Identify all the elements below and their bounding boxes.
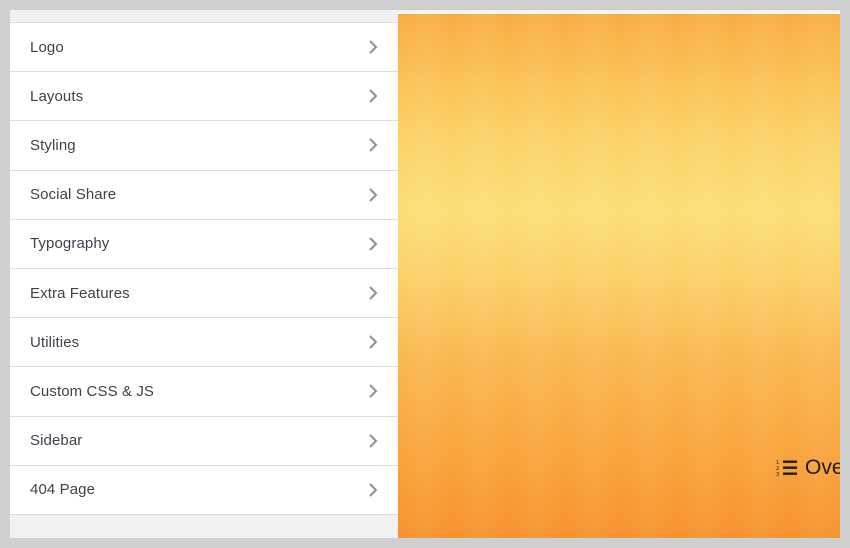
menu-item-label: Utilities xyxy=(30,333,80,351)
menu-item-typography[interactable]: Typography xyxy=(10,219,398,269)
menu-item-label: Extra Features xyxy=(30,284,130,302)
chevron-right-icon xyxy=(366,483,380,497)
menu-item-label: Typography xyxy=(30,235,110,253)
chevron-right-icon xyxy=(366,187,380,202)
menu-item-404-page[interactable]: 404 Page xyxy=(10,465,398,515)
menu-item-label: Layouts xyxy=(30,87,84,105)
menu-item-label: Styling xyxy=(30,136,76,154)
menu-item-social-share[interactable]: Social Share xyxy=(10,170,398,220)
chevron-right-icon xyxy=(366,384,380,399)
menu-item-sidebar[interactable]: Sidebar xyxy=(10,416,398,466)
menu-item-label: 404 Page xyxy=(30,481,96,499)
svg-text:3: 3 xyxy=(776,472,779,478)
menu-item-layouts[interactable]: Layouts xyxy=(10,72,398,122)
customizer-sidebar: Logo Layouts Styling Social Share Typogr… xyxy=(10,10,398,538)
ordered-list-icon: 1 2 3 xyxy=(776,458,798,478)
menu-item-label: Custom CSS & JS xyxy=(30,382,155,400)
menu-item-logo[interactable]: Logo xyxy=(10,23,398,73)
menu-item-extra-features[interactable]: Extra Features xyxy=(10,268,398,319)
chevron-right-icon xyxy=(366,89,380,103)
chevron-right-icon xyxy=(366,40,380,54)
chevron-right-icon xyxy=(366,286,380,300)
customizer-window: Logo Layouts Styling Social Share Typogr… xyxy=(10,10,840,538)
menu-item-custom-css-js[interactable]: Custom CSS & JS xyxy=(10,367,398,417)
overview-heading[interactable]: 1 2 3 Ove xyxy=(776,456,840,480)
menu-item-styling[interactable]: Styling xyxy=(10,121,398,171)
menu-item-label: Social Share xyxy=(30,186,117,204)
menu-item-utilities[interactable]: Utilities xyxy=(10,318,398,368)
customizer-menu: Logo Layouts Styling Social Share Typogr… xyxy=(10,22,398,515)
overview-label: Ove xyxy=(805,456,840,479)
site-preview[interactable]: 1 2 3 Ove xyxy=(398,12,840,538)
chevron-right-icon xyxy=(366,237,380,251)
chevron-right-icon xyxy=(366,335,380,349)
menu-item-label: Sidebar xyxy=(30,432,83,450)
chevron-right-icon xyxy=(366,138,380,153)
chevron-right-icon xyxy=(366,433,380,448)
menu-item-label: Logo xyxy=(30,38,64,56)
